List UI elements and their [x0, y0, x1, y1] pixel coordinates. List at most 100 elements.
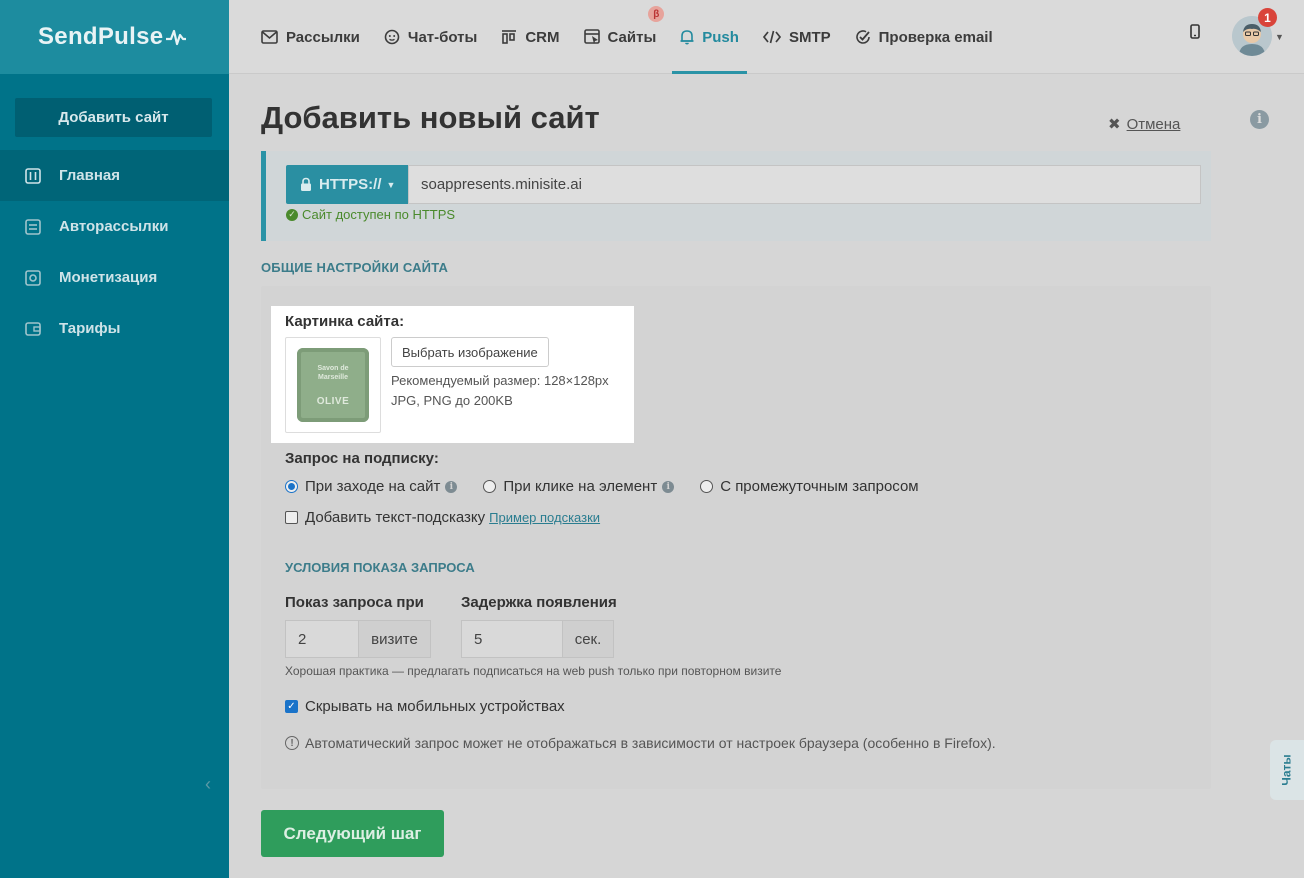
tab-push[interactable]: Push [672, 0, 747, 74]
tab-email-verification[interactable]: Проверка email [855, 0, 993, 74]
https-status: ✓ Сайт доступен по HTTPS [286, 207, 455, 222]
sidebar: SendPulse Добавить сайт Главная Авторасс… [0, 0, 229, 878]
protocol-dropdown[interactable]: HTTPS:// ▼ [286, 165, 408, 204]
close-icon: ✖ [1108, 116, 1121, 133]
sidebar-item-monetization[interactable]: Монетизация [0, 252, 229, 303]
cancel-link[interactable]: ✖ Отмена [1108, 115, 1181, 134]
brand-logo[interactable]: SendPulse [38, 23, 187, 51]
chevron-down-icon: ▼ [386, 179, 396, 190]
beta-badge: β [648, 6, 665, 22]
check-icon: ✓ [286, 208, 298, 221]
tab-sites[interactable]: Сайты β [583, 0, 665, 74]
practice-note: Хорошая практика — предлагать подписатьс… [285, 664, 782, 678]
section-title-general: ОБЩИЕ НАСТРОЙКИ САЙТА [261, 260, 449, 275]
soap-image: Savon de Marseille OLIVE [297, 348, 369, 422]
tab-label: Push [702, 28, 739, 46]
add-site-button[interactable]: Добавить сайт [15, 98, 212, 137]
sidebar-item-label: Авторассылки [59, 218, 169, 235]
radio-dot [483, 480, 497, 493]
page-title: Добавить новый сайт [261, 100, 600, 135]
check-circle-icon [855, 29, 871, 45]
tab-smtp[interactable]: SMTP [762, 0, 831, 74]
chats-label: Чаты [1279, 754, 1294, 786]
visit-unit: визите [359, 620, 431, 658]
radio-dot [700, 480, 714, 493]
delay-label: Задержка появления [461, 594, 617, 611]
top-bar: Рассылки Чат-боты CRM Сайты β Push SMTP … [229, 0, 1304, 74]
show-on-label: Показ запроса при [285, 594, 424, 611]
tab-campaigns[interactable]: Рассылки [261, 0, 360, 74]
sidebar-item-automation[interactable]: Авторассылки [0, 201, 229, 252]
info-icon[interactable]: i [662, 480, 675, 493]
radio-dot [285, 480, 298, 493]
collapse-sidebar-icon[interactable]: ‹ [205, 774, 211, 795]
pulse-icon [166, 29, 187, 46]
brand-name: SendPulse [38, 23, 164, 50]
tab-label: Сайты [607, 28, 657, 46]
site-image-box: Картинка сайта: Savon de Marseille OLIVE… [271, 306, 634, 443]
radio-label: При клике на элемент [503, 478, 658, 495]
soap-text-top: Savon de Marseille [317, 364, 349, 381]
hide-mobile-label: Скрывать на мобильных устройствах [305, 698, 565, 715]
crm-icon [501, 29, 517, 45]
bell-icon [680, 29, 694, 45]
sidebar-item-label: Главная [59, 167, 121, 184]
delay-unit: сек. [563, 620, 614, 658]
mobile-icon[interactable] [1190, 24, 1200, 45]
tab-label: Чат-боты [407, 28, 478, 46]
sidebar-item-label: Монетизация [59, 269, 158, 286]
sidebar-item-tariffs[interactable]: Тарифы [0, 303, 229, 354]
tab-label: Проверка email [878, 28, 993, 46]
site-image-label: Картинка сайта: [285, 313, 405, 330]
delay-input[interactable]: 5 [461, 620, 563, 658]
subscription-options: При заходе на сайт i При клике на элемен… [285, 478, 945, 495]
delay-group: 5 сек. [461, 620, 614, 658]
notification-badge: 1 [1258, 8, 1277, 27]
hint-checkbox[interactable] [285, 511, 298, 524]
info-icon[interactable]: i [1250, 110, 1269, 129]
tab-chatbots[interactable]: Чат-боты [384, 0, 477, 74]
recommended-size: Рекомендуемый размер: 128×128px [391, 373, 609, 388]
radio-intermediate[interactable]: С промежуточным запросом [700, 478, 919, 495]
chats-tab[interactable]: Чаты [1270, 740, 1304, 800]
visit-count-input[interactable]: 2 [285, 620, 359, 658]
section-title-conditions: УСЛОВИЯ ПОКАЗА ЗАПРОСА [285, 560, 475, 575]
hint-checkbox-label: Добавить текст-подсказку [305, 509, 486, 526]
site-url-input[interactable]: soappresents.minisite.ai [408, 165, 1201, 204]
https-status-text: Сайт доступен по HTTPS [302, 207, 456, 222]
automation-icon [24, 218, 42, 236]
allowed-formats: JPG, PNG до 200KB [391, 393, 513, 408]
side-nav: Главная Авторассылки Монетизация Тарифы [0, 150, 229, 354]
envelope-icon [261, 30, 278, 44]
browser-warning: ! Автоматический запрос может не отображ… [285, 735, 996, 751]
hide-mobile-row: ✓ Скрывать на мобильных устройствах [285, 698, 565, 715]
tab-label: Рассылки [286, 28, 360, 46]
wallet-icon [24, 320, 42, 338]
visit-count-group: 2 визите [285, 620, 431, 658]
subscription-label: Запрос на подписку: [285, 450, 439, 467]
next-step-button[interactable]: Следующий шаг [261, 810, 444, 857]
sidebar-item-label: Тарифы [59, 320, 121, 337]
radio-label: При заходе на сайт [305, 478, 441, 495]
site-builder-icon [583, 29, 600, 45]
lock-icon [300, 177, 312, 192]
soap-text-bottom: OLIVE [316, 395, 350, 407]
info-icon[interactable]: i [445, 480, 458, 493]
hint-example-link[interactable]: Пример подсказки [489, 510, 600, 525]
chevron-down-icon[interactable]: ▼ [1275, 32, 1284, 42]
sidebar-item-home[interactable]: Главная [0, 150, 229, 201]
url-panel: HTTPS:// ▼ soappresents.minisite.ai ✓ Са… [261, 151, 1211, 241]
radio-on-visit[interactable]: При заходе на сайт i [285, 478, 458, 495]
sliders-icon [24, 167, 42, 185]
top-nav: Рассылки Чат-боты CRM Сайты β Push SMTP … [261, 0, 1017, 74]
choose-image-button[interactable]: Выбрать изображение [391, 337, 549, 367]
chatbot-icon [384, 29, 400, 45]
hide-mobile-checkbox[interactable]: ✓ [285, 700, 298, 713]
tab-crm[interactable]: CRM [501, 0, 560, 74]
radio-on-click[interactable]: При клике на элемент i [483, 478, 675, 495]
exclamation-icon: ! [285, 736, 299, 750]
site-image-thumbnail: Savon de Marseille OLIVE [285, 337, 381, 433]
cancel-label: Отмена [1126, 115, 1181, 133]
code-icon [762, 30, 781, 44]
protocol-label: HTTPS:// [319, 176, 382, 193]
